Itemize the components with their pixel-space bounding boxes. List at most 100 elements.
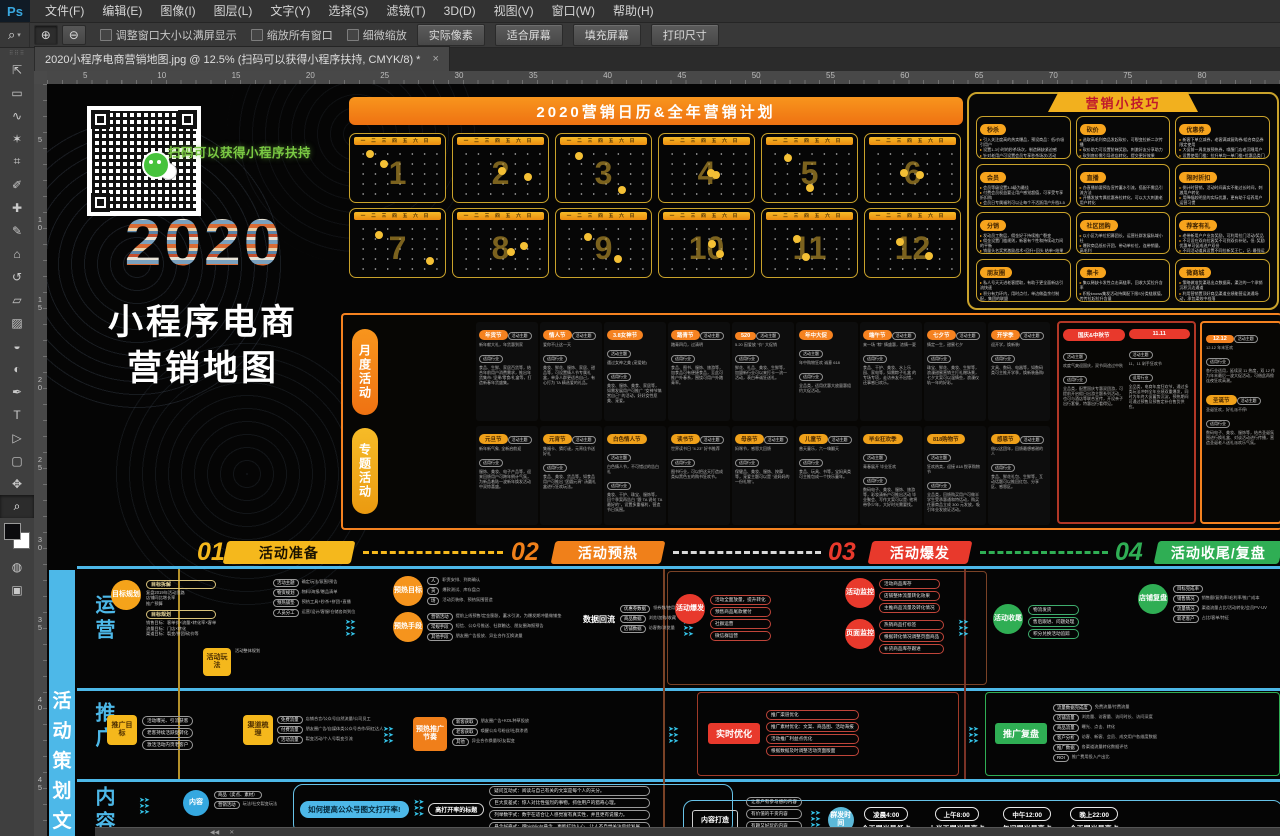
- menu-item[interactable]: 文件(F): [36, 0, 93, 22]
- photoshop-window: Ps 文件(F)编辑(E)图像(I)图层(L)文字(Y)选择(S)滤镜(T)3D…: [0, 0, 1280, 836]
- menu-item[interactable]: 帮助(H): [604, 0, 663, 22]
- theme-chip: 活动主题: [927, 454, 951, 462]
- bullet-icon: ▸: [980, 153, 983, 158]
- ruler-horizontal[interactable]: 5101520253035404550556065707580: [47, 71, 1280, 85]
- collapse-icon[interactable]: ◀◀: [210, 829, 219, 836]
- move-tool[interactable]: ⇱: [0, 58, 34, 81]
- document-canvas[interactable]: 扫码可以获得小程序扶持 2020 小程序电商 营销地图 2020营销日历&全年营…: [47, 84, 1280, 836]
- menu-item[interactable]: 编辑(E): [93, 0, 151, 22]
- bullet-icon: ▸: [1080, 291, 1083, 296]
- menu-item[interactable]: 文字(Y): [261, 0, 319, 22]
- calendar-highlight-dot: [712, 171, 720, 179]
- current-tool-preview[interactable]: ⌕ ▾: [0, 23, 30, 47]
- options-button[interactable]: 填充屏幕: [573, 24, 641, 46]
- phase-banner: 活动收尾/复盘: [1154, 541, 1280, 564]
- menu-item[interactable]: 图像(I): [151, 0, 204, 22]
- options-button[interactable]: 适合屏幕: [495, 24, 563, 46]
- strip-close-icon[interactable]: ✕: [229, 829, 234, 836]
- marquee-tool[interactable]: ▭: [0, 81, 34, 104]
- bullet-icon: ▸: [1179, 280, 1182, 285]
- shape-tool[interactable]: ▢: [0, 449, 34, 472]
- map-leaf: 根据数据及时调整活动页面版面: [766, 746, 859, 756]
- tab-close-icon[interactable]: ×: [430, 53, 440, 65]
- document-tab[interactable]: 2020小程序电商营销地图.jpg @ 12.5% (扫码可以获得小程序扶持, …: [34, 46, 450, 71]
- zoom-tool[interactable]: ⌕: [0, 495, 34, 518]
- options-button[interactable]: 打印尺寸: [651, 24, 719, 46]
- eraser-tool[interactable]: ▱: [0, 288, 34, 311]
- theme-text: 5.20 因爱放 "价" 大促销: [735, 342, 791, 347]
- industry-chip: 适用行业: [479, 459, 503, 467]
- activity-name: 感恩节: [991, 434, 1020, 444]
- option-checkbox[interactable]: 调整窗口大小以满屏显示: [100, 27, 237, 43]
- calendar-month-number: 12: [865, 219, 960, 277]
- eyedropper-tool[interactable]: ✐: [0, 173, 34, 196]
- map-node: 数据回流: [583, 614, 615, 625]
- map-row: 预热铺垫预热工具+秒杀+拼团+直播: [273, 599, 409, 607]
- map-row-label: 物资规划: [273, 589, 299, 597]
- calendar-month-card: 一二三四五六日12: [864, 208, 961, 278]
- tip-line: ▸ 积分有力环内，用时点付，单边做盈余付制配，集团的联盟: [980, 291, 1067, 301]
- ruler-vertical[interactable]: 51 01 52 02 53 03 54 04 5: [34, 84, 48, 836]
- magic-wand-tool[interactable]: ✶: [0, 127, 34, 150]
- quick-mask-icon[interactable]: ◍: [0, 555, 34, 578]
- menu-item[interactable]: 图层(L): [205, 0, 262, 22]
- activity-card: 读书节活动主题世界读书日 "4.23" 好书推荐适用行业图书行业，可以把这天打造…: [668, 426, 730, 525]
- clone-stamp-tool[interactable]: ⌂: [0, 242, 34, 265]
- checkbox-icon: [347, 29, 359, 41]
- ruler-number: 30: [455, 71, 464, 80]
- foreground-color-swatch[interactable]: [4, 523, 21, 540]
- bullet-icon: ▸: [980, 137, 983, 142]
- brush-tool[interactable]: ✎: [0, 219, 34, 242]
- hand-tool[interactable]: ✥: [0, 472, 34, 495]
- screen-mode-icon[interactable]: ▣: [0, 578, 34, 601]
- theme-text: 借以这团年，回馈最想感谢的人: [991, 446, 1047, 456]
- flow-arrows-icon: ➤➤➤➤➤➤: [668, 727, 678, 745]
- map-row-text: 曝光、点击、转化: [1079, 724, 1116, 732]
- gradient-tool[interactable]: ▨: [0, 311, 34, 334]
- bullet-icon: ▸: [980, 200, 983, 205]
- activity-name: 3.8女神节: [607, 330, 643, 340]
- map-leaves: 活动曝光、引流获客老客持续活跃促转化激活活动内页老客户: [142, 715, 193, 751]
- tip-card: 微商城▸ 策略做准货渠现出点数据高，渠注的一个承销沉积沉达通道▸ 利用营销置顶好…: [1175, 259, 1270, 302]
- map-row: 推广数据各渠道流量转化数据评估: [1053, 744, 1157, 752]
- menu-item[interactable]: 窗口(W): [543, 0, 604, 22]
- panel-grip-icon[interactable]: ⠿⠿⠿: [0, 48, 34, 58]
- theme-chip: 活动主题: [1020, 436, 1044, 444]
- healing-brush-tool[interactable]: ✚: [0, 196, 34, 219]
- menu-item[interactable]: 3D(D): [435, 0, 485, 22]
- blur-tool[interactable]: ◒: [0, 334, 34, 357]
- path-selection-tool[interactable]: ▷: [0, 426, 34, 449]
- map-node: 目标规划: [111, 580, 141, 610]
- activity-card: 儿童节活动主题普天童乐，六一嗨翻天适用行业食品、玩具、书等，宝妈具类可主推包成一…: [796, 426, 858, 525]
- map-node: 推广目标: [107, 715, 137, 745]
- menu-item[interactable]: 选择(S): [319, 0, 377, 22]
- pen-tool[interactable]: ✒: [0, 380, 34, 403]
- map-leaf: 老客持续活跃促转化: [142, 728, 193, 738]
- menu-item[interactable]: 视图(V): [485, 0, 543, 22]
- activity-card: 白色情人节活动主题白色情人节，不可错过的告白礼适用行业美妆、干护、珠宝、服饰等，…: [604, 426, 666, 525]
- tip-card: 限时折扣▸ 倒计时营销，活动时间真实不能过长时间，刺激用户转化▸ 用降幅较明显的…: [1175, 164, 1270, 207]
- map-row: 商品流量曝光、点击、转化: [1053, 724, 1157, 732]
- zoom-out-toggle[interactable]: ⊖: [62, 25, 86, 45]
- lasso-tool[interactable]: ∿: [0, 104, 34, 127]
- options-button[interactable]: 实际像素: [417, 24, 485, 46]
- type-tool[interactable]: T: [0, 403, 34, 426]
- option-checkbox[interactable]: 细微缩放: [347, 27, 407, 43]
- industry-text: 数码电子、美妆、服饰等，结合圣诞氛围进行换礼盒、对谈活动进行传播，营造圣诞老人送…: [1206, 430, 1276, 445]
- history-brush-tool[interactable]: ↺: [0, 265, 34, 288]
- map-row: 常规手段短信、公众号推送、社群触达、朋友圈海报预告: [427, 623, 561, 631]
- activity-name: 七夕节: [927, 330, 956, 340]
- crop-tool[interactable]: ⌗: [0, 150, 34, 173]
- dodge-tool[interactable]: ◐: [0, 357, 34, 380]
- theme-text: 世界读书日 "4.23" 好书推荐: [671, 446, 727, 451]
- menu-item[interactable]: 滤镜(T): [377, 0, 434, 22]
- bullet-icon: ▸: [1080, 301, 1083, 302]
- checkbox-label: 缩放所有窗口: [267, 27, 333, 43]
- map-branch: 店铺复盘目标完成率销售情况销售额/复购率/毛利率/推广成本流量情况渠道流量占比/…: [1138, 584, 1267, 624]
- zoom-in-toggle[interactable]: ⊕: [34, 25, 58, 45]
- industry-chip: 适用行业: [607, 373, 631, 381]
- calendar-highlight-dot: [375, 231, 383, 239]
- option-checkbox[interactable]: 缩放所有窗口: [251, 27, 333, 43]
- map-table: 活动主题确定玩法/氛围/预告物资规划物料/海报/赠品清单预热铺垫预热工具+秒杀+…: [273, 578, 409, 618]
- tip-line: ▸ 销量头名奖赏激励战术+回升+回头 结单+结果+补偿: [980, 248, 1067, 254]
